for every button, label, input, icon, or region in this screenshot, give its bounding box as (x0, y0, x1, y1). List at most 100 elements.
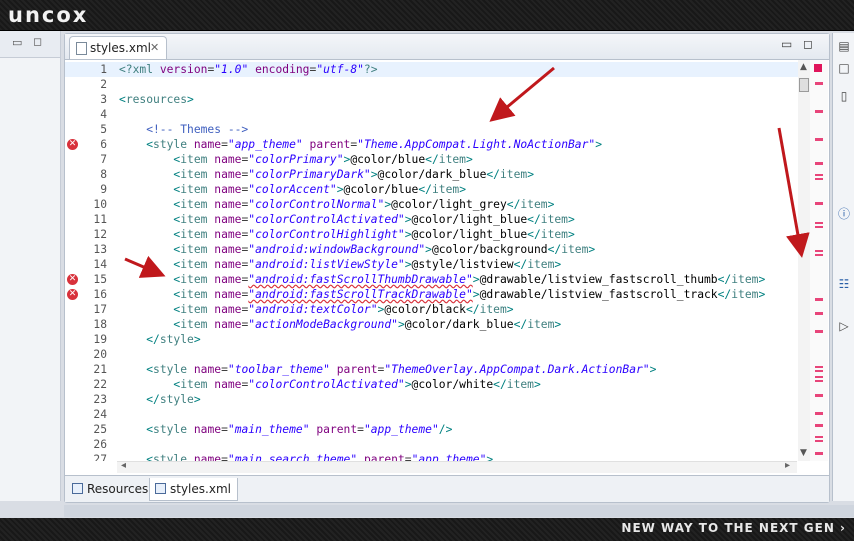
ruler-marker[interactable] (815, 298, 823, 301)
code-line[interactable]: 10 <item name="colorControlNormal">@colo… (65, 197, 810, 212)
code-line[interactable]: 4 (65, 107, 810, 122)
panel-icon[interactable]: ▤ (836, 39, 852, 53)
code-line[interactable]: 27 <style name="main_search_theme" paren… (65, 452, 810, 461)
ruler-marker[interactable] (815, 412, 823, 415)
ruler-marker[interactable] (815, 394, 823, 397)
ruler-marker[interactable] (815, 436, 823, 442)
ruler-marker[interactable] (815, 366, 823, 372)
panel-icon[interactable]: ▯ (836, 89, 852, 103)
code-line[interactable]: 2 (65, 77, 810, 92)
ruler-marker[interactable] (815, 162, 823, 165)
ruler-marker[interactable] (815, 376, 823, 382)
tab-label: Resources (87, 482, 149, 496)
code-text[interactable]: <item name="colorPrimaryDark">@color/dar… (119, 167, 534, 182)
ruler-marker[interactable] (815, 330, 823, 333)
code-line[interactable]: 5 <!-- Themes --> (65, 122, 810, 137)
error-icon[interactable]: ✕ (67, 274, 78, 285)
close-icon[interactable]: ✕ (150, 37, 159, 59)
ruler-marker[interactable] (815, 110, 823, 113)
code-line[interactable]: 18 <item name="actionModeBackground">@co… (65, 317, 810, 332)
code-line[interactable]: 22 <item name="colorControlActivated">@c… (65, 377, 810, 392)
ruler-marker[interactable] (815, 452, 823, 455)
scroll-left-icon[interactable]: ◂ (121, 460, 126, 471)
line-number: 5 (100, 123, 107, 136)
code-line[interactable]: 12 <item name="colorControlHighlight">@c… (65, 227, 810, 242)
expand-icon[interactable]: ▷ (836, 319, 852, 333)
code-line[interactable]: ✕ 6 <style name="app_theme" parent="Theme… (65, 137, 810, 152)
code-line[interactable]: 24 (65, 407, 810, 422)
ruler-marker[interactable] (815, 138, 823, 141)
outline-icon[interactable]: ☷ (836, 277, 852, 291)
code-text[interactable]: <item name="android:fastScrollTrackDrawa… (119, 287, 765, 302)
code-text[interactable]: <?xml version="1.0" encoding="utf-8"?> (119, 62, 378, 77)
code-text[interactable]: <style name="main_search_theme" parent="… (119, 452, 493, 461)
code-line[interactable]: 14 <item name="android:listViewStyle">@s… (65, 257, 810, 272)
info-icon[interactable]: ⓘ (836, 205, 852, 222)
ruler-marker[interactable] (815, 312, 823, 315)
error-icon[interactable]: ✕ (67, 139, 78, 150)
code-text[interactable]: <item name="colorControlHighlight">@colo… (119, 227, 574, 242)
tab-resources[interactable]: Resources (67, 478, 154, 500)
code-text[interactable]: <style name="main_theme" parent="app_the… (119, 422, 452, 437)
code-line[interactable]: 17 <item name="android:textColor">@color… (65, 302, 810, 317)
code-text[interactable]: <!-- Themes --> (119, 122, 248, 137)
resources-icon (72, 483, 83, 494)
code-text[interactable]: <item name="colorControlActivated">@colo… (119, 377, 540, 392)
code-line[interactable]: 19 </style> (65, 332, 810, 347)
horizontal-scrollbar[interactable]: ◂ ▸ (117, 460, 797, 473)
ruler-marker[interactable] (815, 202, 823, 205)
code-text[interactable]: <item name="android:textColor">@color/bl… (119, 302, 513, 317)
minimize-icon[interactable]: ▭ (781, 37, 792, 51)
error-summary-marker[interactable] (814, 64, 822, 72)
code-text[interactable]: <item name="actionModeBackground">@color… (119, 317, 561, 332)
scroll-thumb[interactable] (799, 78, 809, 92)
code-text[interactable]: <item name="colorAccent">@color/blue</it… (119, 182, 466, 197)
ruler-marker[interactable] (815, 250, 823, 256)
code-text[interactable]: <item name="android:listViewStyle">@styl… (119, 257, 561, 272)
ruler-marker[interactable] (815, 222, 823, 228)
code-text[interactable]: <item name="android:fastScrollThumbDrawa… (119, 272, 765, 287)
scroll-down-icon[interactable]: ▼ (800, 448, 807, 458)
code-line[interactable]: 8 <item name="colorPrimaryDark">@color/d… (65, 167, 810, 182)
code-line[interactable]: 7 <item name="colorPrimary">@color/blue<… (65, 152, 810, 167)
code-line[interactable]: 9 <item name="colorAccent">@color/blue</… (65, 182, 810, 197)
code-line[interactable]: 13 <item name="android:windowBackground"… (65, 242, 810, 257)
code-text[interactable]: <style name="app_theme" parent="Theme.Ap… (119, 137, 602, 152)
tab-styles-xml[interactable]: styles.xml ✕ (69, 36, 167, 59)
maximize-icon[interactable]: ◻ (803, 37, 813, 51)
overview-ruler[interactable] (810, 60, 828, 461)
code-text[interactable]: </style> (119, 392, 200, 407)
bottom-brand-bar: NEW WAY TO THE NEXT GEN › (0, 518, 854, 541)
code-text[interactable]: <item name="android:windowBackground">@c… (119, 242, 595, 257)
maximize-icon[interactable]: ◻ (33, 35, 42, 48)
scroll-up-icon[interactable]: ▲ (800, 62, 807, 72)
line-number: 13 (93, 243, 107, 256)
code-text[interactable]: <item name="colorControlNormal">@color/l… (119, 197, 554, 212)
vertical-scrollbar[interactable]: ▲ ▼ (798, 60, 810, 461)
code-text[interactable]: <item name="colorControlActivated">@colo… (119, 212, 574, 227)
code-line[interactable]: 3 <resources> (65, 92, 810, 107)
ruler-marker[interactable] (815, 424, 823, 427)
error-icon[interactable]: ✕ (67, 289, 78, 300)
code-text[interactable]: <style name="toolbar_theme" parent="Them… (119, 362, 656, 377)
code-line[interactable]: 1 <?xml version="1.0" encoding="utf-8"?> (65, 62, 810, 77)
code-text[interactable]: </style> (119, 332, 200, 347)
code-line[interactable]: 21 <style name="toolbar_theme" parent="T… (65, 362, 810, 377)
line-number: 7 (100, 153, 107, 166)
tab-styles-xml-source[interactable]: styles.xml (149, 478, 238, 501)
code-line[interactable]: ✕ 16 <item name="android:fastScrollTrackD… (65, 287, 810, 302)
code-line[interactable]: 20 (65, 347, 810, 362)
code-line[interactable]: 26 (65, 437, 810, 452)
scroll-right-icon[interactable]: ▸ (785, 460, 790, 471)
ruler-marker[interactable] (815, 82, 823, 85)
code-line[interactable]: 25 <style name="main_theme" parent="app_… (65, 422, 810, 437)
code-text[interactable]: <item name="colorPrimary">@color/blue</i… (119, 152, 472, 167)
minimize-icon[interactable]: ▭ (12, 36, 22, 49)
code-line[interactable]: 23 </style> (65, 392, 810, 407)
panel-icon[interactable]: □ (836, 61, 852, 75)
code-area[interactable]: 1 <?xml version="1.0" encoding="utf-8"?> 2… (65, 60, 810, 461)
code-text[interactable]: <resources> (119, 92, 194, 107)
code-line[interactable]: ✕ 15 <item name="android:fastScrollThumbD… (65, 272, 810, 287)
ruler-marker[interactable] (815, 174, 823, 180)
code-line[interactable]: 11 <item name="colorControlActivated">@c… (65, 212, 810, 227)
